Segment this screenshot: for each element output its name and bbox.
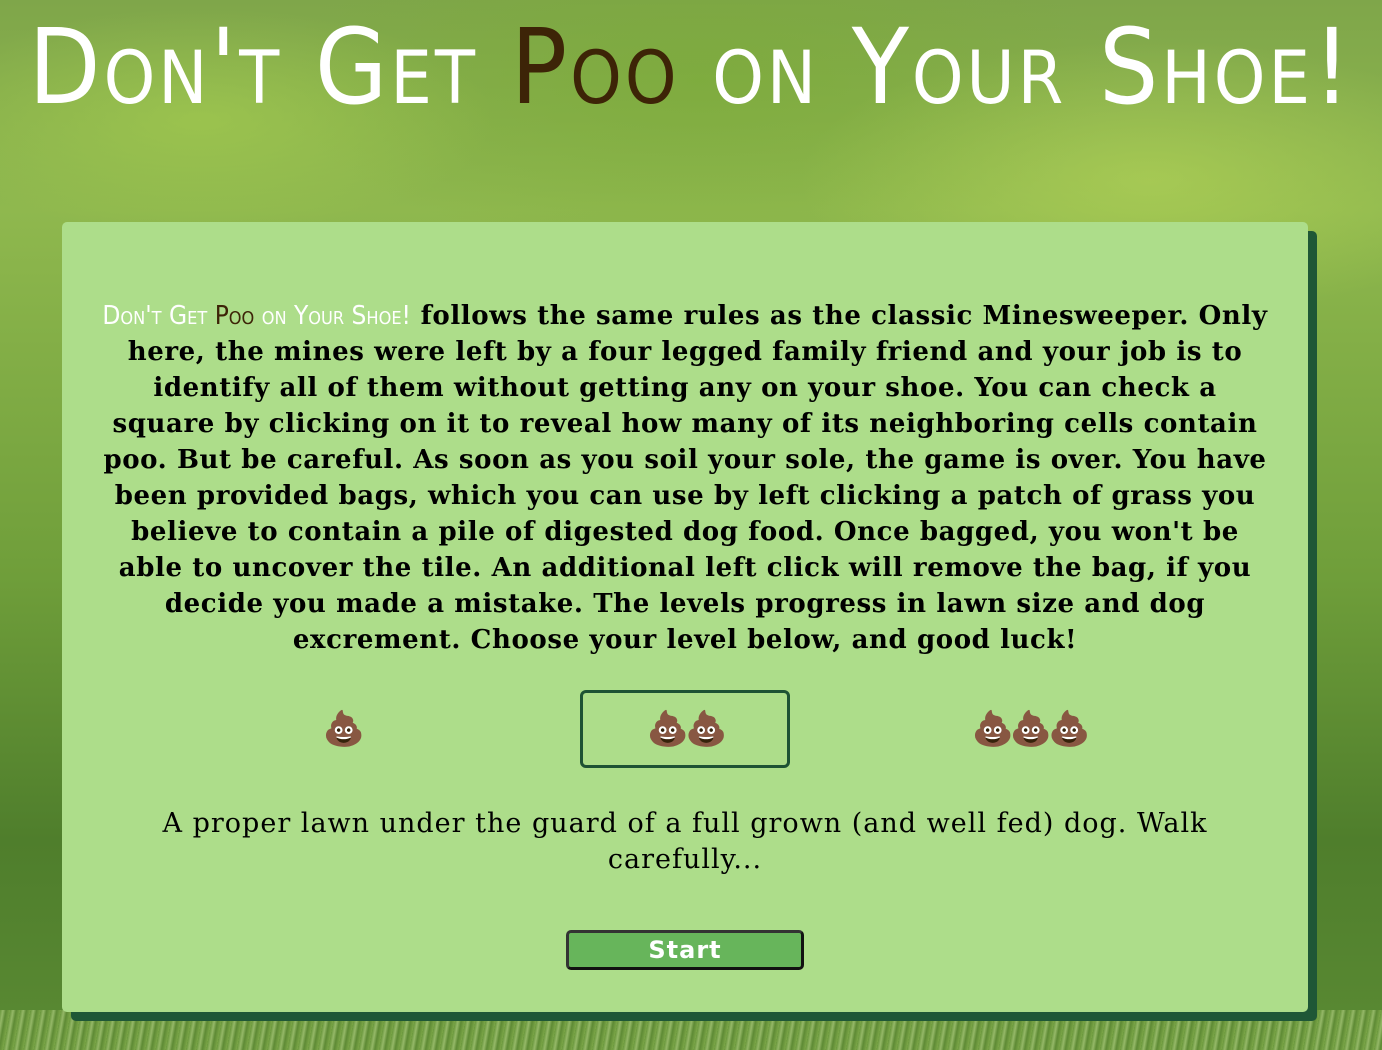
title-text-poo: Poo [510,6,680,128]
inline-title-poo: Poo [214,301,255,331]
poo-icon: 💩💩 [646,709,728,749]
grass-background [0,1010,1382,1050]
inline-game-title: Don't Get Poo on Your Shoe! [102,301,411,331]
title-text-after: on Your Shoe! [679,6,1354,128]
level-medium-button[interactable]: 💩💩 [580,690,790,768]
title-text-before: Don't Get [28,6,511,128]
level-hard-button[interactable]: 💩💩💩 [929,690,1129,768]
poo-icon: 💩💩💩 [971,709,1090,749]
level-description: A proper lawn under the guard of a full … [162,808,1208,875]
inline-title-after: on Your Shoe! [254,301,411,331]
instructions-text: Don't Get Poo on Your Shoe! follows the … [98,298,1272,658]
start-button[interactable]: Start [566,930,804,970]
instructions-body: follows the same rules as the classic Mi… [103,301,1268,655]
instructions-panel: Don't Get Poo on Your Shoe! follows the … [62,222,1308,1012]
level-selector: 💩 💩💩 💩💩💩 [62,690,1308,774]
poo-icon: 💩 [322,709,365,749]
page-title: Don't Get Poo on Your Shoe! [0,2,1382,132]
level-easy-button[interactable]: 💩 [282,690,402,768]
inline-title-before: Don't Get [102,301,215,331]
